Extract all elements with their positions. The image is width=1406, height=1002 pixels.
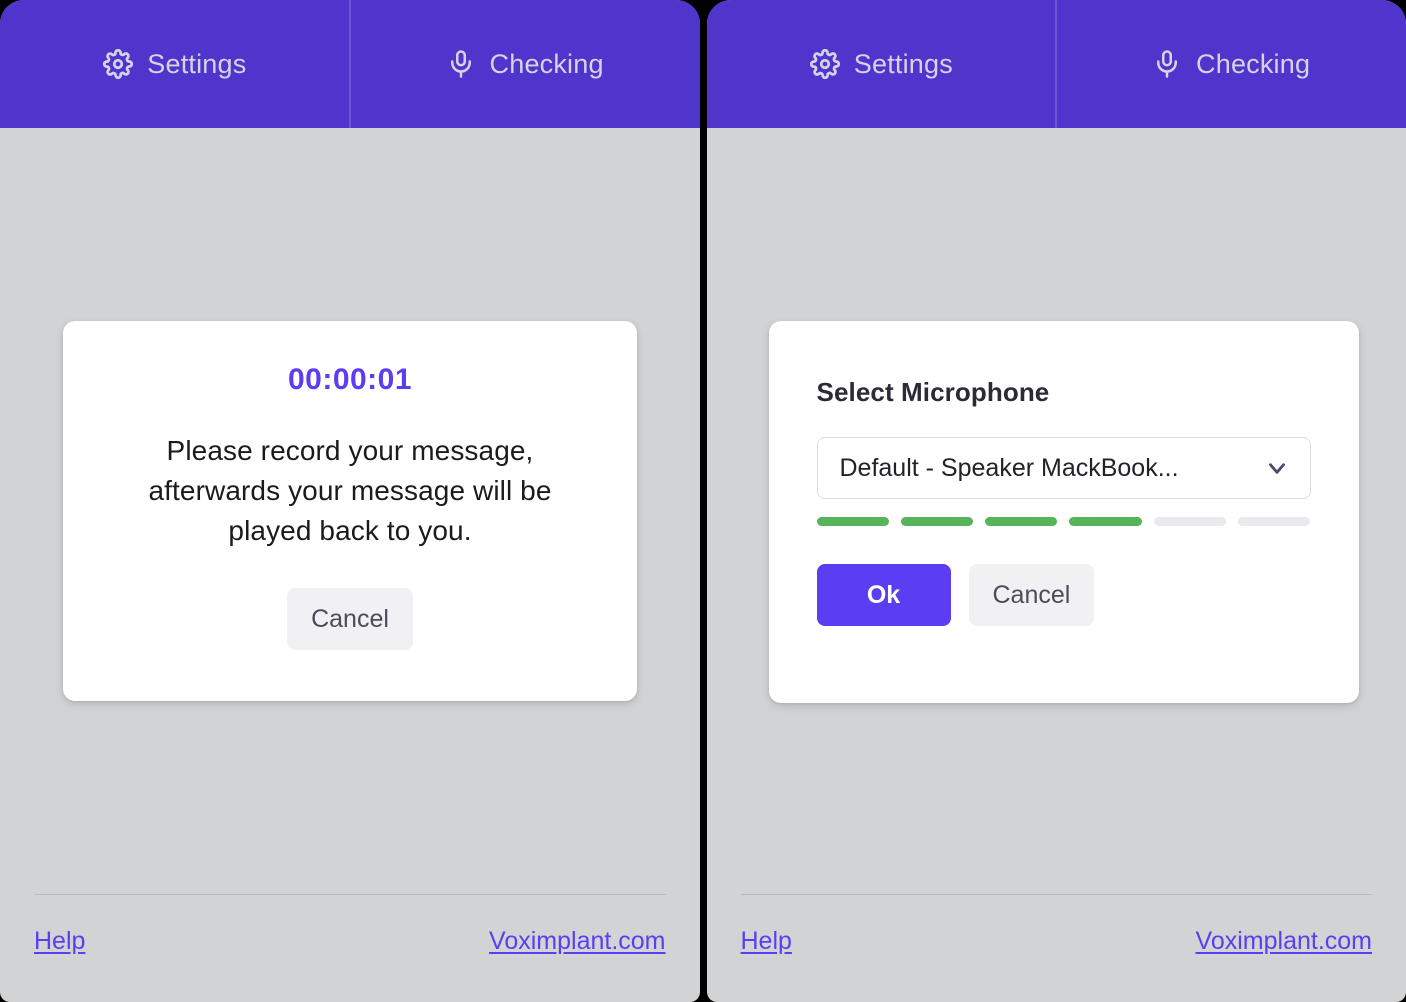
microphone-select-value: Default - Speaker MackBook...: [839, 453, 1179, 482]
tab-checking-label: Checking: [489, 48, 604, 79]
microphone-select[interactable]: Default - Speaker MackBook...: [816, 437, 1311, 499]
level-bar-inactive: [1238, 517, 1311, 526]
dialog-button-row: Ok Cancel: [816, 564, 1311, 626]
tab-checking-label: Checking: [1196, 48, 1311, 79]
gear-icon: [103, 49, 134, 79]
tab-checking-right[interactable]: Checking: [1056, 0, 1406, 128]
tab-settings-label: Settings: [853, 48, 953, 79]
cancel-button[interactable]: Cancel: [968, 564, 1095, 626]
chevron-down-icon: [1264, 455, 1290, 481]
tab-checking-left[interactable]: Checking: [350, 0, 700, 128]
recording-timer: 00:00:01: [287, 363, 413, 396]
footer-links: Help Voximplant.com: [34, 927, 666, 956]
recording-button-row: Cancel: [103, 588, 597, 651]
dialog-title: Select Microphone: [816, 377, 1050, 407]
level-bar-inactive: [1153, 517, 1227, 526]
panel-body-right: Select Microphone Default - Speaker Mack…: [707, 128, 1406, 1002]
footer-links: Help Voximplant.com: [741, 927, 1373, 956]
panel-body-left: 00:00:01 Please record your message, aft…: [0, 128, 700, 1002]
microphone-icon: [1152, 49, 1182, 79]
tab-bar-right: Settings Checking: [706, 0, 1406, 128]
level-bar-active: [985, 517, 1058, 526]
level-bar-active: [1069, 517, 1142, 526]
microphone-icon: [446, 49, 476, 79]
cancel-button[interactable]: Cancel: [287, 588, 413, 651]
tab-bar-left: Settings Checking: [0, 0, 700, 128]
recording-message: Please record your message, afterwards y…: [148, 435, 552, 546]
select-microphone-dialog: Select Microphone Default - Speaker Mack…: [768, 321, 1359, 703]
tab-divider: [1055, 0, 1058, 128]
panel-left: Settings Checking 00:00:01 Please record…: [0, 0, 700, 1002]
recording-dialog: 00:00:01 Please record your message, aft…: [63, 321, 637, 701]
footer-right: Help Voximplant.com: [740, 894, 1373, 956]
tab-settings-right[interactable]: Settings: [707, 0, 1057, 128]
tab-divider: [348, 0, 351, 128]
help-link[interactable]: Help: [741, 927, 792, 956]
panel-right: Settings Checking Select Microphone Defa…: [706, 0, 1406, 1002]
voximplant-link[interactable]: Voximplant.com: [489, 927, 665, 956]
help-link[interactable]: Help: [34, 927, 85, 956]
level-bar-active: [816, 517, 889, 526]
voximplant-link[interactable]: Voximplant.com: [1196, 927, 1372, 956]
microphone-level-meter: [816, 517, 1311, 526]
tab-settings-label: Settings: [147, 48, 247, 79]
app-screen: Settings Checking 00:00:01 Please record…: [0, 0, 1406, 1002]
tab-settings-left[interactable]: Settings: [0, 0, 350, 128]
gear-icon: [809, 49, 840, 79]
footer-divider: [740, 894, 1372, 895]
footer-left: Help Voximplant.com: [34, 894, 666, 956]
ok-button[interactable]: Ok: [816, 564, 951, 626]
level-bar-active: [900, 517, 974, 526]
footer-divider: [34, 894, 666, 895]
